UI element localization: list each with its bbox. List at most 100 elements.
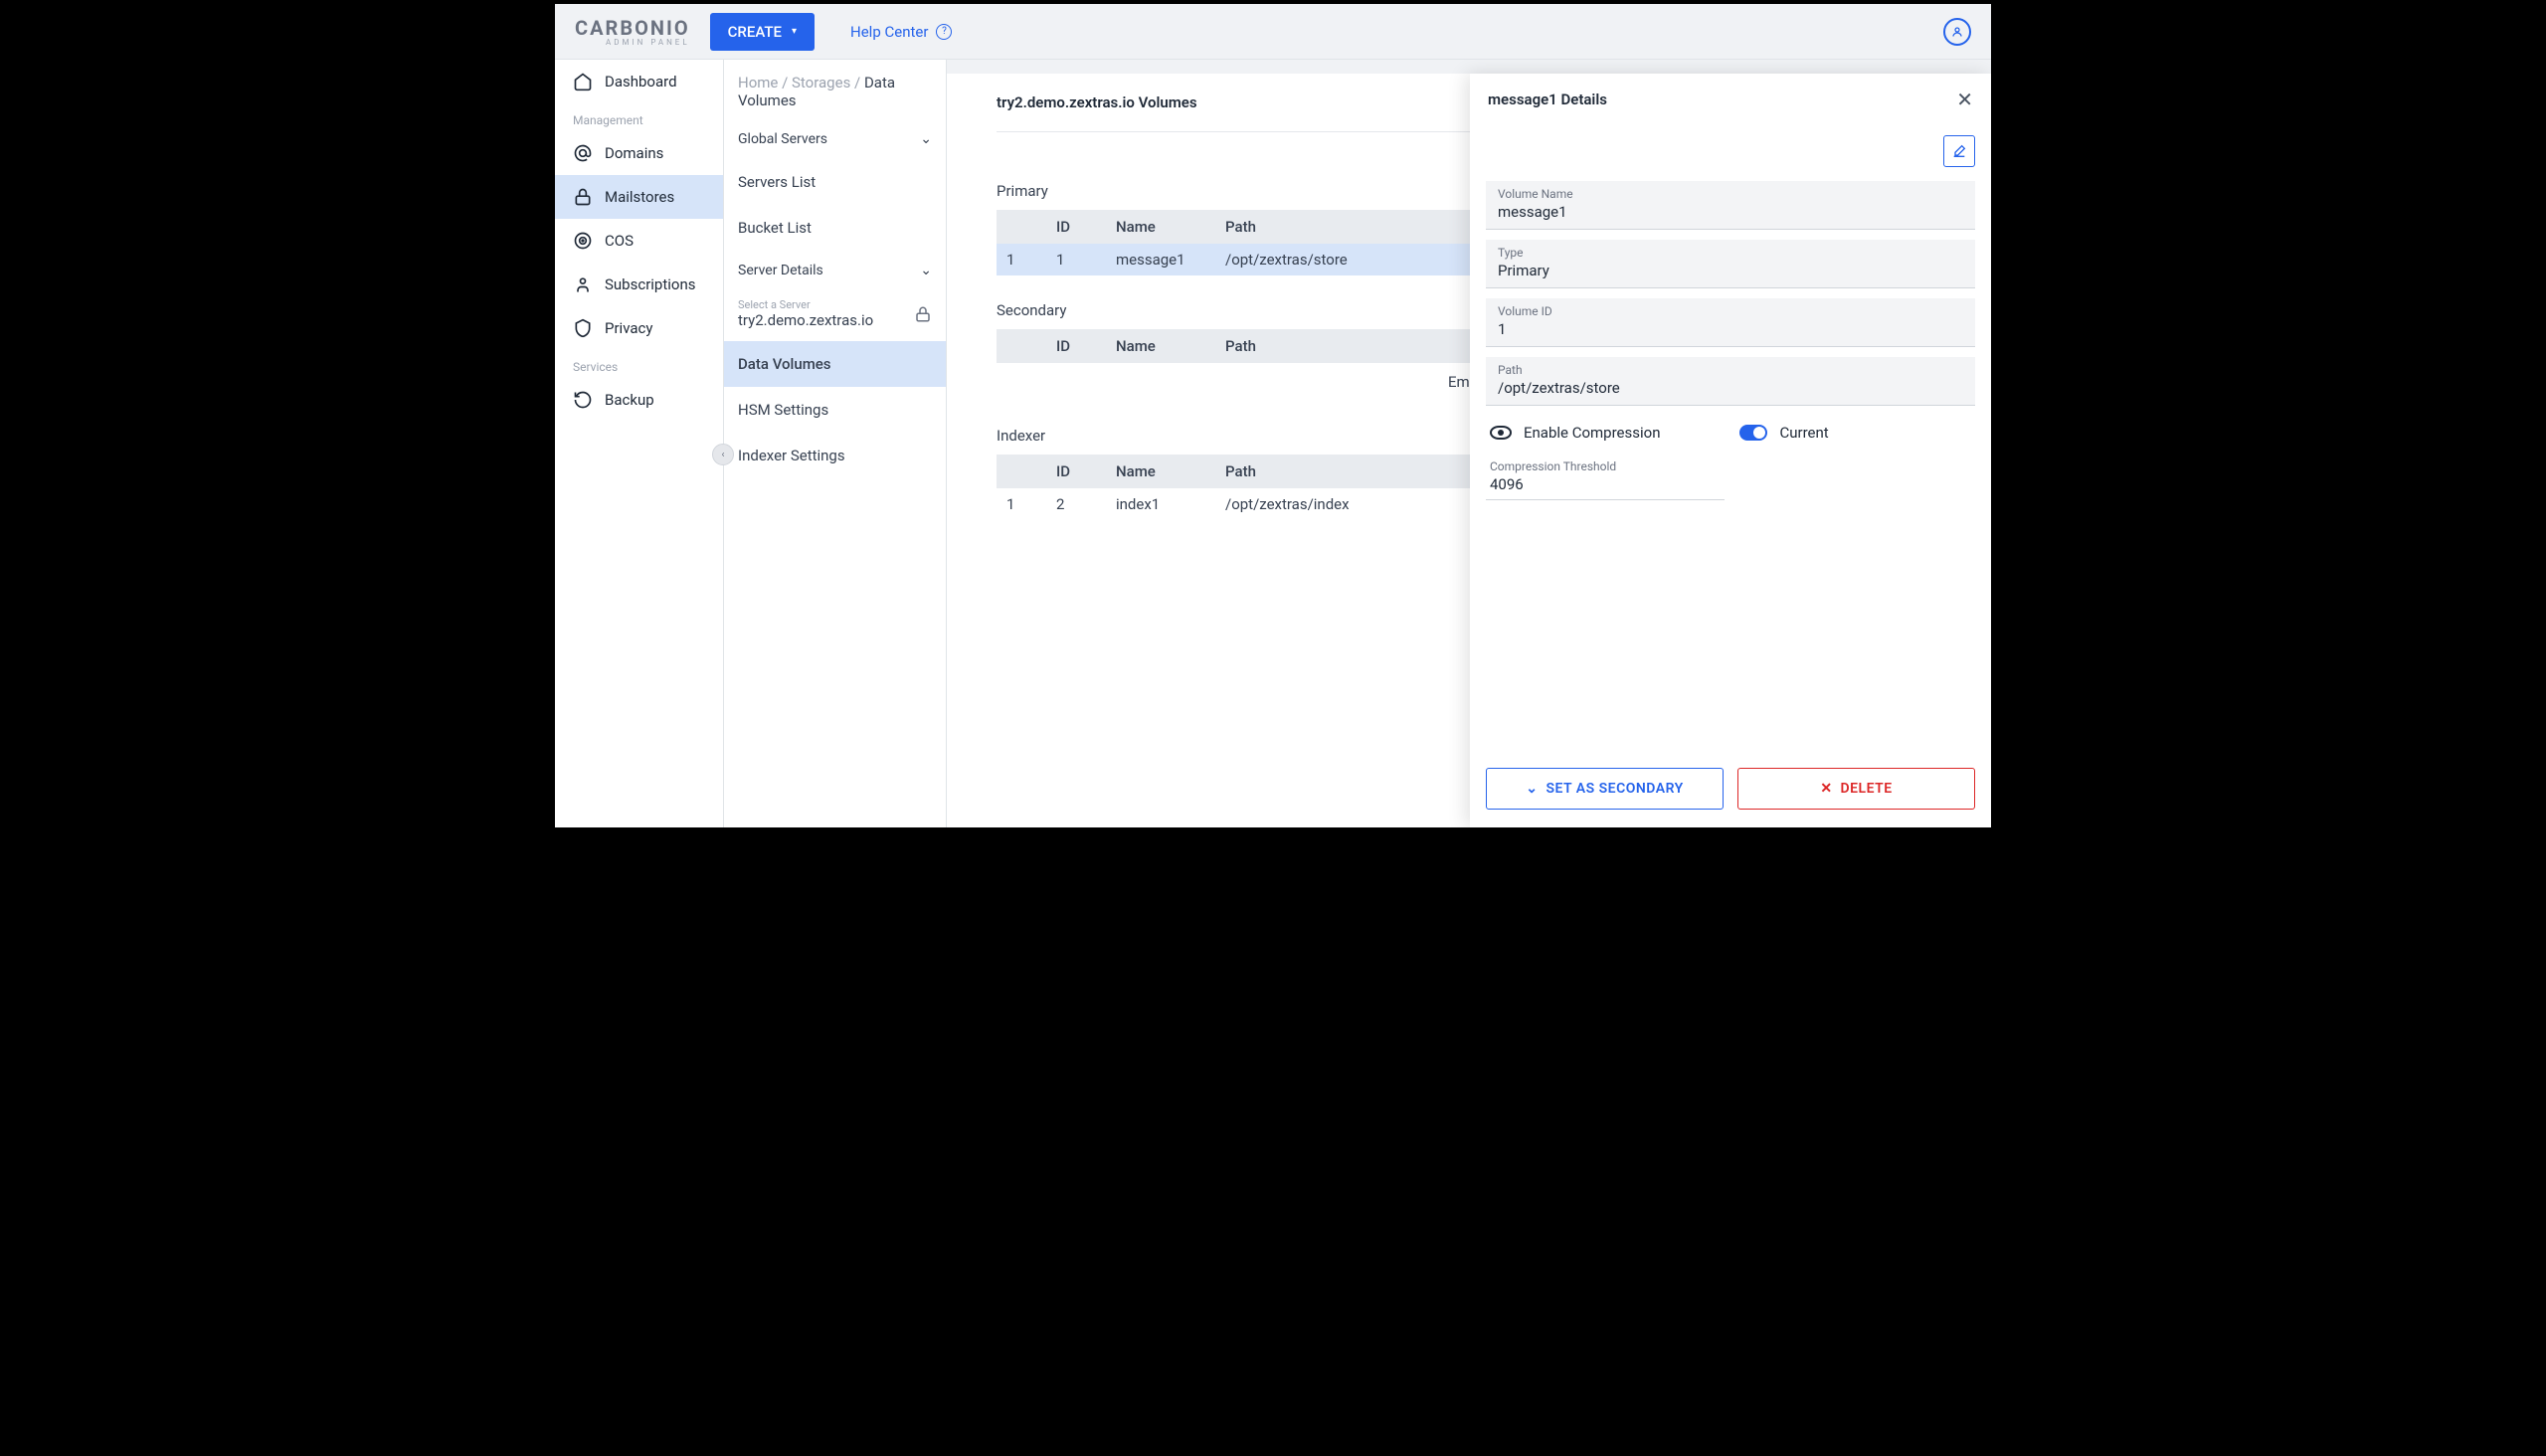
sidebar-collapse-button[interactable]: ‹ — [712, 444, 734, 465]
button-label: DELETE — [1841, 781, 1893, 797]
sidebar-item-cos[interactable]: COS — [555, 219, 723, 263]
chevron-down-icon: ⌄ — [920, 131, 932, 147]
col-idx — [997, 210, 1046, 244]
col-name: Name — [1106, 329, 1215, 363]
chevron-left-icon: ‹ — [721, 450, 724, 460]
field-value: /opt/zextras/store — [1498, 379, 1963, 397]
toggle-current[interactable]: Current — [1739, 424, 1828, 442]
col-name: Name — [1106, 455, 1215, 488]
sidebar-item-dashboard[interactable]: Dashboard — [555, 60, 723, 103]
at-icon — [573, 143, 593, 163]
sidebar-item-backup[interactable]: Backup — [555, 378, 723, 422]
sidebar2-global-servers[interactable]: Global Servers ⌄ — [724, 119, 946, 159]
app-header: CARBONIO ADMIN PANEL CREATE ▾ Help Cente… — [555, 4, 1991, 60]
field-label: Type — [1498, 246, 1963, 260]
create-button[interactable]: CREATE ▾ — [710, 13, 815, 51]
sidebar2-bucket-list[interactable]: Bucket List — [724, 205, 946, 251]
cell-idx: 1 — [997, 488, 1046, 520]
col-idx — [997, 455, 1046, 488]
sidebar-item-mailstores[interactable]: Mailstores — [555, 175, 723, 219]
cell-idx: 1 — [997, 244, 1046, 275]
sidebar2-server-details[interactable]: Server Details ⌄ — [724, 251, 946, 290]
field-path: Path /opt/zextras/store — [1486, 357, 1975, 406]
create-button-label: CREATE — [728, 23, 782, 41]
sidebar-section-management: Management — [555, 103, 723, 131]
sidebar-section-services: Services — [555, 350, 723, 378]
content-area: try2.demo.zextras.io Volumes Primary ID … — [947, 60, 1991, 827]
details-header: message1 Details ✕ — [1470, 74, 1991, 125]
cell-id: 1 — [1046, 244, 1106, 275]
sidebar2-data-volumes[interactable]: Data Volumes — [724, 341, 946, 387]
toggle-label: Current — [1779, 424, 1828, 442]
field-value: Primary — [1498, 262, 1963, 279]
breadcrumb-storages[interactable]: Storages — [792, 74, 850, 91]
delete-button[interactable]: ✕ DELETE — [1737, 768, 1975, 810]
field-volume-id: Volume ID 1 — [1486, 298, 1975, 347]
sidebar-item-label: Subscriptions — [605, 275, 695, 293]
field-label: Volume ID — [1498, 304, 1963, 318]
person-icon — [573, 274, 593, 294]
help-center-label: Help Center — [850, 23, 928, 41]
details-title: message1 Details — [1488, 91, 1607, 108]
cell-id: 2 — [1046, 488, 1106, 520]
col-name: Name — [1106, 210, 1215, 244]
server-selector[interactable]: Select a Server try2.demo.zextras.io — [724, 290, 946, 341]
chevron-down-icon: ▾ — [792, 26, 797, 37]
field-value: 4096 — [1490, 475, 1721, 493]
toggle-on-icon — [1739, 425, 1767, 441]
cell-name: message1 — [1106, 244, 1215, 275]
home-icon — [573, 72, 593, 91]
sidebar2-servers-list[interactable]: Servers List — [724, 159, 946, 205]
sidebar-item-domains[interactable]: Domains — [555, 131, 723, 175]
set-as-secondary-button[interactable]: ⌄ SET AS SECONDARY — [1486, 768, 1724, 810]
toggle-enable-compression[interactable]: Enable Compression — [1490, 424, 1660, 442]
field-value: message1 — [1498, 203, 1963, 221]
sidebar2-section-label: Server Details — [738, 263, 823, 278]
col-id: ID — [1046, 210, 1106, 244]
sidebar-item-subscriptions[interactable]: Subscriptions — [555, 263, 723, 306]
close-button[interactable]: ✕ — [1956, 88, 1973, 111]
undo-icon — [573, 390, 593, 410]
brand-name: CARBONIO — [575, 16, 690, 40]
sidebar2-indexer-settings[interactable]: Indexer Settings — [724, 433, 946, 478]
eye-icon — [1490, 426, 1512, 440]
chevron-down-icon: ⌄ — [920, 263, 932, 278]
breadcrumb-home[interactable]: Home — [738, 74, 778, 91]
field-label: Path — [1498, 363, 1963, 377]
server-selector-value: try2.demo.zextras.io — [738, 311, 873, 329]
shield-icon — [573, 318, 593, 338]
brand-logo: CARBONIO ADMIN PANEL — [575, 14, 690, 50]
breadcrumb: Home / Storages / Data Volumes — [724, 60, 946, 119]
col-id: ID — [1046, 329, 1106, 363]
field-label: Volume Name — [1498, 187, 1963, 201]
chevron-double-down-icon: ⌄ — [1526, 781, 1538, 797]
details-panel: message1 Details ✕ Volume Name message1 — [1470, 74, 1991, 827]
sidebar-item-label: Backup — [605, 391, 654, 409]
user-avatar-button[interactable] — [1943, 18, 1971, 46]
secondary-sidebar: Home / Storages / Data Volumes Global Se… — [724, 60, 947, 827]
cell-name: index1 — [1106, 488, 1215, 520]
primary-sidebar: Dashboard Management Domains Mailstores … — [555, 60, 724, 827]
close-icon: ✕ — [1820, 781, 1832, 797]
lock-icon — [914, 305, 932, 323]
col-id: ID — [1046, 455, 1106, 488]
sidebar-item-label: Privacy — [605, 319, 652, 337]
target-icon — [573, 231, 593, 251]
sidebar-item-label: COS — [605, 232, 634, 250]
field-volume-name: Volume Name message1 — [1486, 181, 1975, 230]
sidebar-item-label: Mailstores — [605, 188, 674, 206]
close-icon: ✕ — [1956, 88, 1973, 111]
brand-subtitle: ADMIN PANEL — [575, 38, 690, 47]
toggle-label: Enable Compression — [1524, 424, 1660, 442]
sidebar-item-label: Dashboard — [605, 73, 677, 91]
help-center-link[interactable]: Help Center ? — [850, 23, 952, 41]
field-label: Compression Threshold — [1490, 459, 1721, 473]
sidebar-item-privacy[interactable]: Privacy — [555, 306, 723, 350]
server-selector-label: Select a Server — [738, 298, 873, 311]
col-idx — [997, 329, 1046, 363]
button-label: SET AS SECONDARY — [1546, 781, 1683, 797]
sidebar2-section-label: Global Servers — [738, 131, 827, 147]
sidebar2-hsm-settings[interactable]: HSM Settings — [724, 387, 946, 433]
edit-button[interactable] — [1943, 135, 1975, 167]
edit-icon — [1951, 143, 1967, 159]
